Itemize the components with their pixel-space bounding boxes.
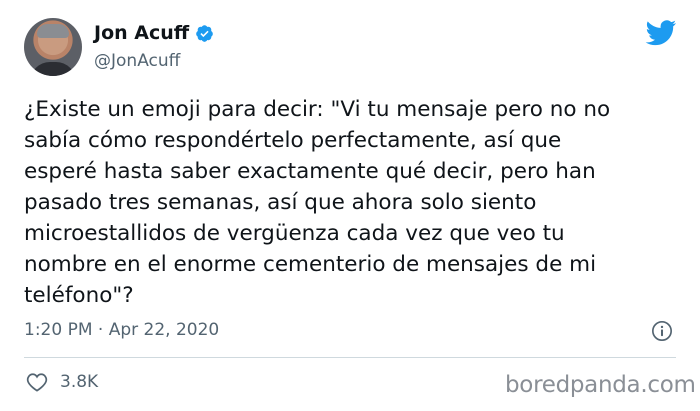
tweet-text: ¿Existe un emoji para decir: "Vi tu mens…	[24, 97, 611, 308]
twitter-bird-icon[interactable]	[645, 20, 677, 46]
avatar-shirt	[30, 62, 76, 76]
author-handle[interactable]: @JonAcuff	[94, 51, 180, 71]
author-name-row: Jon Acuff	[94, 22, 214, 44]
divider	[24, 357, 676, 358]
like-button[interactable]: 3.8K	[26, 372, 98, 392]
heart-icon	[26, 373, 48, 392]
avatar-hair	[37, 24, 69, 38]
info-icon[interactable]	[651, 320, 673, 342]
avatar[interactable]	[24, 18, 82, 76]
like-count: 3.8K	[60, 372, 99, 392]
author-name[interactable]: Jon Acuff	[94, 22, 189, 44]
verified-badge-icon	[196, 24, 213, 42]
tweet-timestamp[interactable]: 1:20 PM · Apr 22, 2020	[24, 320, 219, 340]
watermark: boredpanda.com	[505, 372, 696, 398]
